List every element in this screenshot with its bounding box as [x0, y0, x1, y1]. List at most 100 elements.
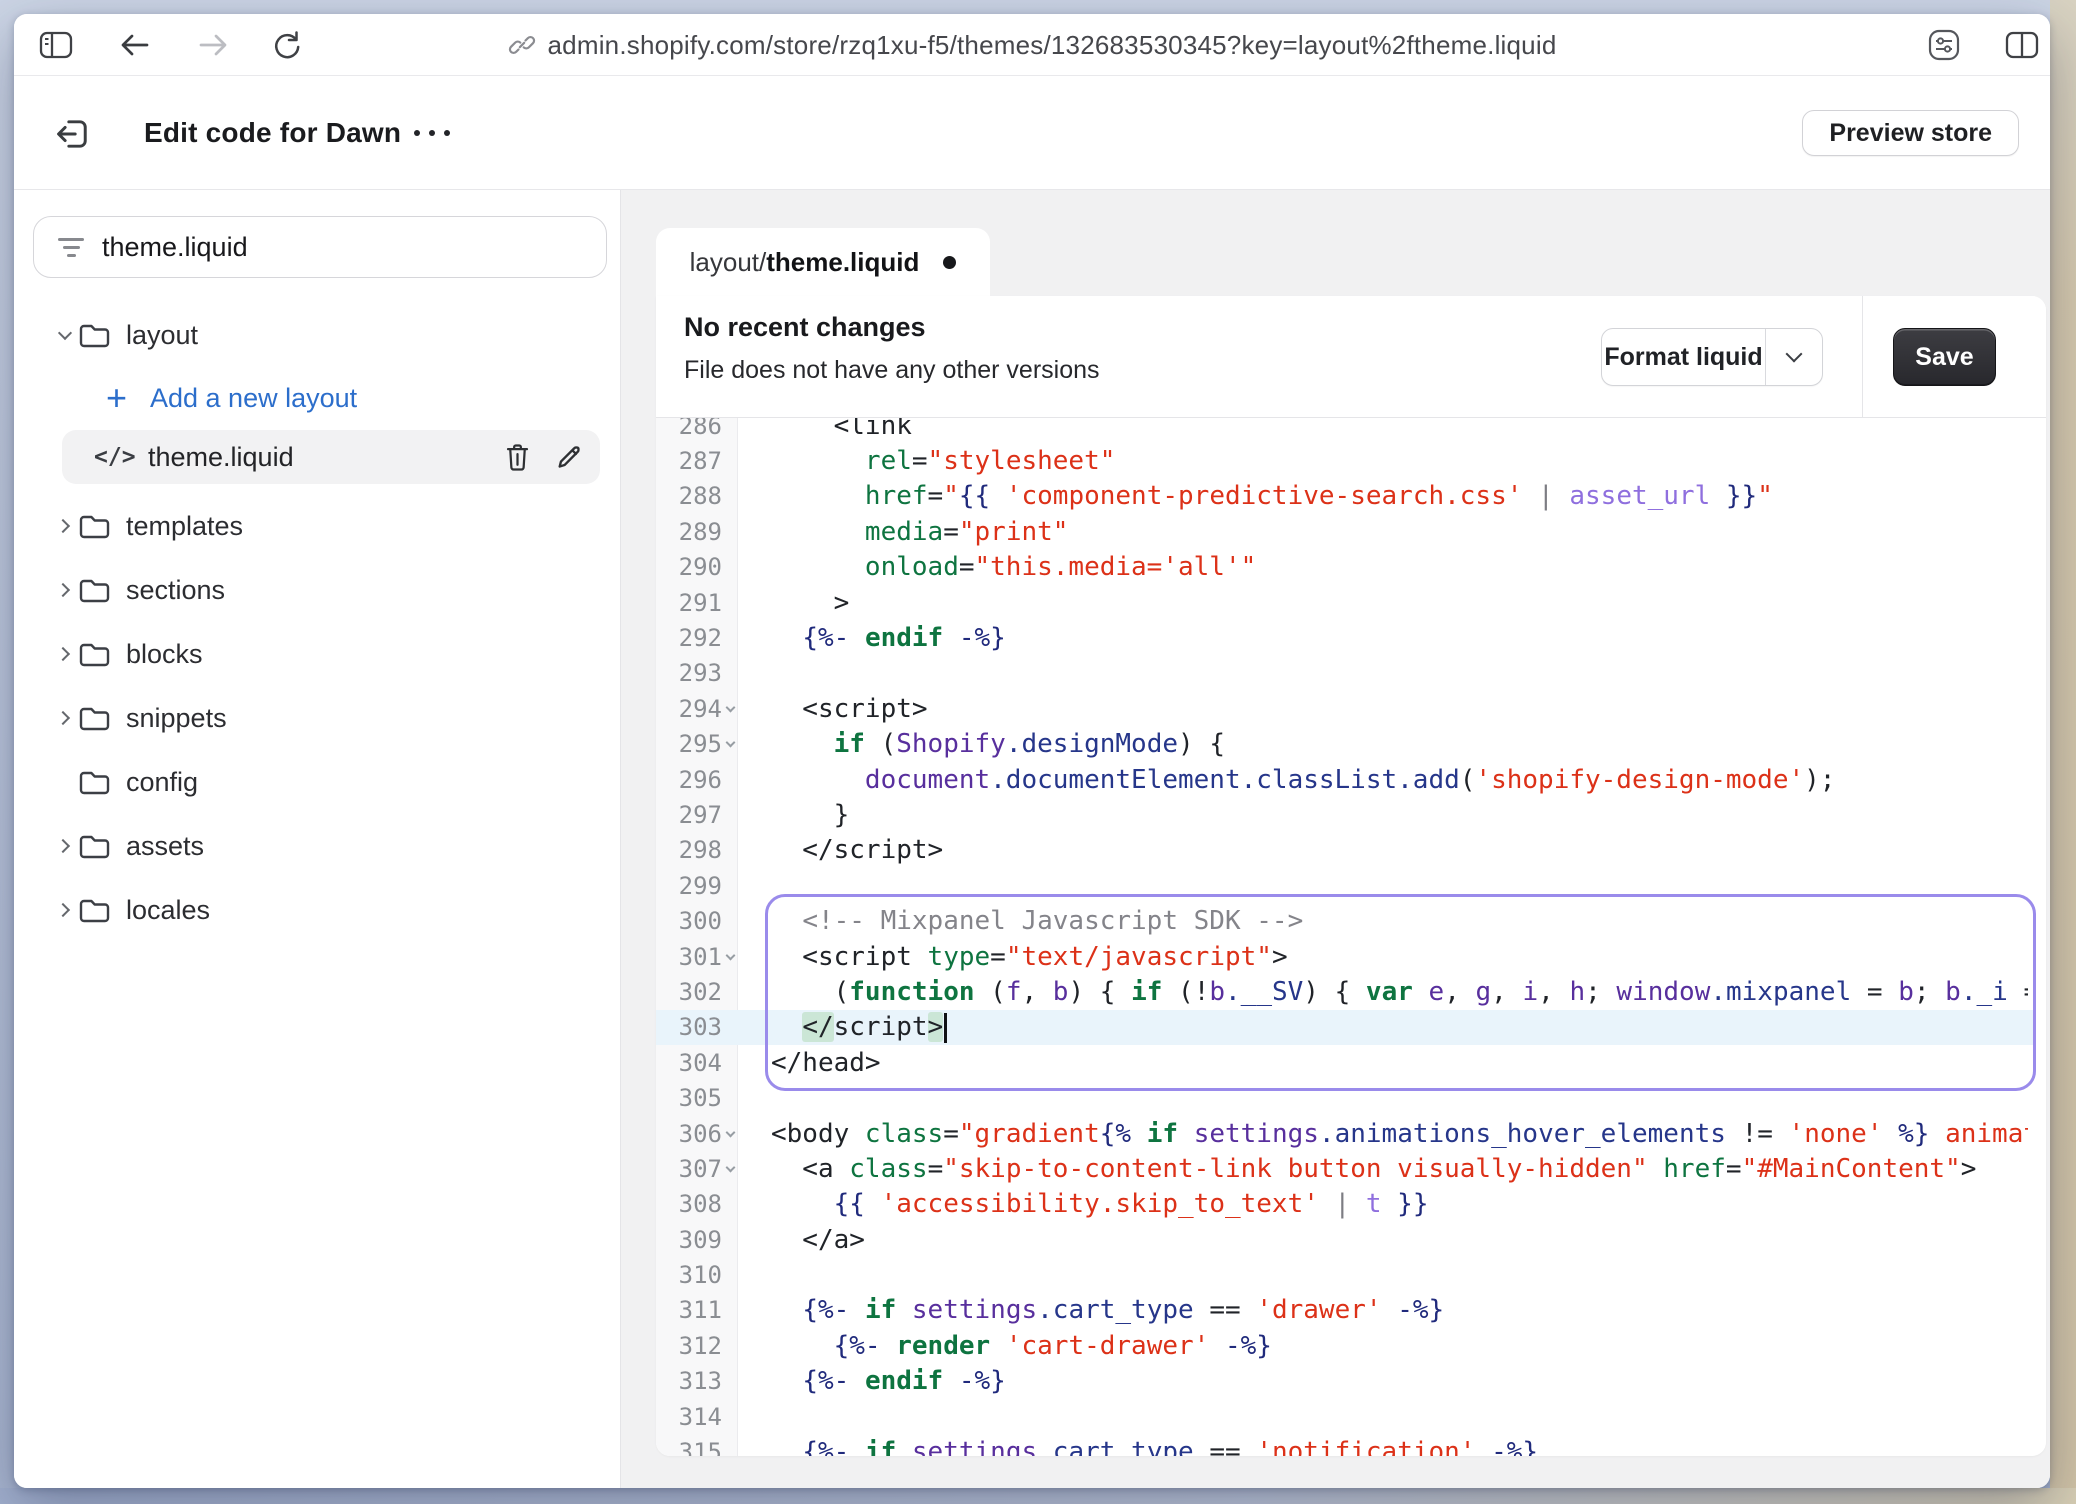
page-settings-icon[interactable]: [1921, 14, 1967, 76]
code-editor[interactable]: 286 <link287 rel="stylesheet"288 href="{…: [656, 418, 2046, 1456]
line-number: 308: [656, 1190, 722, 1218]
code-line-300[interactable]: 300 <!-- Mixpanel Javascript SDK -->: [656, 903, 2046, 938]
line-number: 312: [656, 1332, 722, 1360]
search-value: theme.liquid: [102, 232, 248, 263]
fold-chevron-icon[interactable]: [722, 742, 738, 746]
chevron-down-icon[interactable]: [1766, 329, 1822, 385]
code-line-314[interactable]: 314: [656, 1399, 2046, 1434]
url-text[interactable]: admin.shopify.com/store/rzq1xu-f5/themes…: [548, 30, 1557, 61]
sidebar-item-blocks[interactable]: blocks: [14, 632, 621, 676]
add-layout-label: Add a new layout: [150, 383, 357, 414]
code-line-310[interactable]: 310: [656, 1257, 2046, 1292]
sidebar-item-sections[interactable]: sections: [14, 568, 621, 612]
rename-file-icon[interactable]: [552, 435, 586, 479]
line-number: 295: [656, 730, 722, 758]
code-line-294[interactable]: 294 <script>: [656, 691, 2046, 726]
code-line-311[interactable]: 311 {%- if settings.cart_type == 'drawer…: [656, 1293, 2046, 1328]
code-line-296[interactable]: 296 document.documentElement.classList.a…: [656, 762, 2046, 797]
code-line-305[interactable]: 305: [656, 1080, 2046, 1115]
sidebar-item-layout[interactable]: layout: [14, 313, 621, 357]
tab-theme-liquid[interactable]: layout/theme.liquid: [656, 228, 990, 296]
code-line-290[interactable]: 290 onload="this.media='all'": [656, 550, 2046, 585]
file-search-input[interactable]: theme.liquid: [33, 216, 607, 278]
line-number: 292: [656, 624, 722, 652]
chevron-right-icon[interactable]: [58, 903, 72, 917]
code-line-292[interactable]: 292 {%- endif -%}: [656, 620, 2046, 655]
save-button[interactable]: Save: [1893, 328, 1996, 386]
line-number: 310: [656, 1261, 722, 1289]
status-title: No recent changes: [684, 312, 926, 343]
code-line-307[interactable]: 307 <a class="skip-to-content-link butto…: [656, 1151, 2046, 1186]
format-liquid-button[interactable]: Format liquid: [1601, 328, 1823, 386]
code-text: if (Shopify.designMode) {: [738, 729, 2028, 759]
line-number: 289: [656, 518, 722, 546]
sidebar-item-config[interactable]: config: [14, 760, 621, 804]
preview-store-button[interactable]: Preview store: [1802, 110, 2019, 156]
sidebar-item-templates[interactable]: templates: [14, 504, 621, 548]
line-number: 291: [656, 589, 722, 617]
code-line-288[interactable]: 288 href="{{ 'component-predictive-searc…: [656, 479, 2046, 514]
text-cursor: [944, 1013, 947, 1043]
line-number: 315: [656, 1438, 722, 1456]
chevron-down-icon[interactable]: [58, 328, 72, 342]
sidebar-item-locales[interactable]: locales: [14, 888, 621, 932]
line-number: 307: [656, 1155, 722, 1183]
folder-icon: [76, 769, 112, 796]
code-text: <body class="gradient{% if settings.anim…: [738, 1119, 2028, 1149]
code-line-301[interactable]: 301 <script type="text/javascript">: [656, 939, 2046, 974]
code-line-302[interactable]: 302 (function (f, b) { if (!b.__SV) { va…: [656, 974, 2046, 1009]
line-number: 298: [656, 836, 722, 864]
sidebar-item-snippets[interactable]: snippets: [14, 696, 621, 740]
tab-label: layout/theme.liquid: [690, 247, 920, 278]
line-number: 314: [656, 1403, 722, 1431]
fold-chevron-icon[interactable]: [722, 707, 738, 711]
line-number: 290: [656, 553, 722, 581]
file-label: theme.liquid: [148, 442, 294, 473]
line-number: 301: [656, 943, 722, 971]
chevron-right-icon[interactable]: [58, 583, 72, 597]
code-text: {%- endif -%}: [738, 1366, 2028, 1396]
unsaved-dot-icon: [943, 256, 956, 269]
overflow-menu-icon[interactable]: [414, 76, 450, 190]
sidebar-item-assets[interactable]: assets: [14, 824, 621, 868]
chevron-right-icon[interactable]: [58, 647, 72, 661]
chevron-right-icon[interactable]: [58, 711, 72, 725]
chevron-right-icon[interactable]: [58, 839, 72, 853]
code-line-286[interactable]: 286 <link: [656, 418, 2046, 443]
fold-chevron-icon[interactable]: [722, 955, 738, 959]
code-line-303[interactable]: 303 </script>: [656, 1010, 2046, 1045]
folder-icon: [76, 513, 112, 540]
code-line-299[interactable]: 299: [656, 868, 2046, 903]
code-line-287[interactable]: 287 rel="stylesheet": [656, 443, 2046, 478]
code-line-291[interactable]: 291 >: [656, 585, 2046, 620]
fold-chevron-icon[interactable]: [722, 1167, 738, 1171]
code-line-312[interactable]: 312 {%- render 'cart-drawer' -%}: [656, 1328, 2046, 1363]
code-text: media="print": [738, 517, 2028, 547]
code-line-309[interactable]: 309 </a>: [656, 1222, 2046, 1257]
code-text: <!-- Mixpanel Javascript SDK -->: [738, 906, 2028, 936]
folder-label: sections: [126, 575, 225, 606]
address-bar[interactable]: admin.shopify.com/store/rzq1xu-f5/themes…: [14, 14, 2050, 76]
chevron-right-icon[interactable]: [58, 519, 72, 533]
line-number: 300: [656, 907, 722, 935]
code-line-306[interactable]: 306<body class="gradient{% if settings.a…: [656, 1116, 2046, 1151]
code-line-297[interactable]: 297 }: [656, 797, 2046, 832]
folder-label: config: [126, 767, 198, 798]
sidebar-item-theme-liquid[interactable]: </> theme.liquid: [14, 435, 621, 479]
fold-chevron-icon[interactable]: [722, 1132, 738, 1136]
code-line-295[interactable]: 295 if (Shopify.designMode) {: [656, 727, 2046, 762]
code-line-293[interactable]: 293: [656, 656, 2046, 691]
code-line-289[interactable]: 289 media="print": [656, 514, 2046, 549]
delete-file-icon[interactable]: [500, 435, 534, 479]
code-line-304[interactable]: 304</head>: [656, 1045, 2046, 1080]
code-line-298[interactable]: 298 </script>: [656, 833, 2046, 868]
code-line-313[interactable]: 313 {%- endif -%}: [656, 1364, 2046, 1399]
browser-toolbar: admin.shopify.com/store/rzq1xu-f5/themes…: [14, 14, 2050, 76]
split-view-icon[interactable]: [2000, 14, 2044, 76]
code-line-315[interactable]: 315 {%- if settings.cart_type == 'notifi…: [656, 1434, 2046, 1456]
code-line-308[interactable]: 308 {{ 'accessibility.skip_to_text' | t …: [656, 1187, 2046, 1222]
line-number: 304: [656, 1049, 722, 1077]
code-text: }: [738, 800, 2028, 830]
sidebar-item-add-layout[interactable]: + Add a new layout: [14, 376, 621, 420]
exit-editor-icon[interactable]: [52, 114, 92, 154]
